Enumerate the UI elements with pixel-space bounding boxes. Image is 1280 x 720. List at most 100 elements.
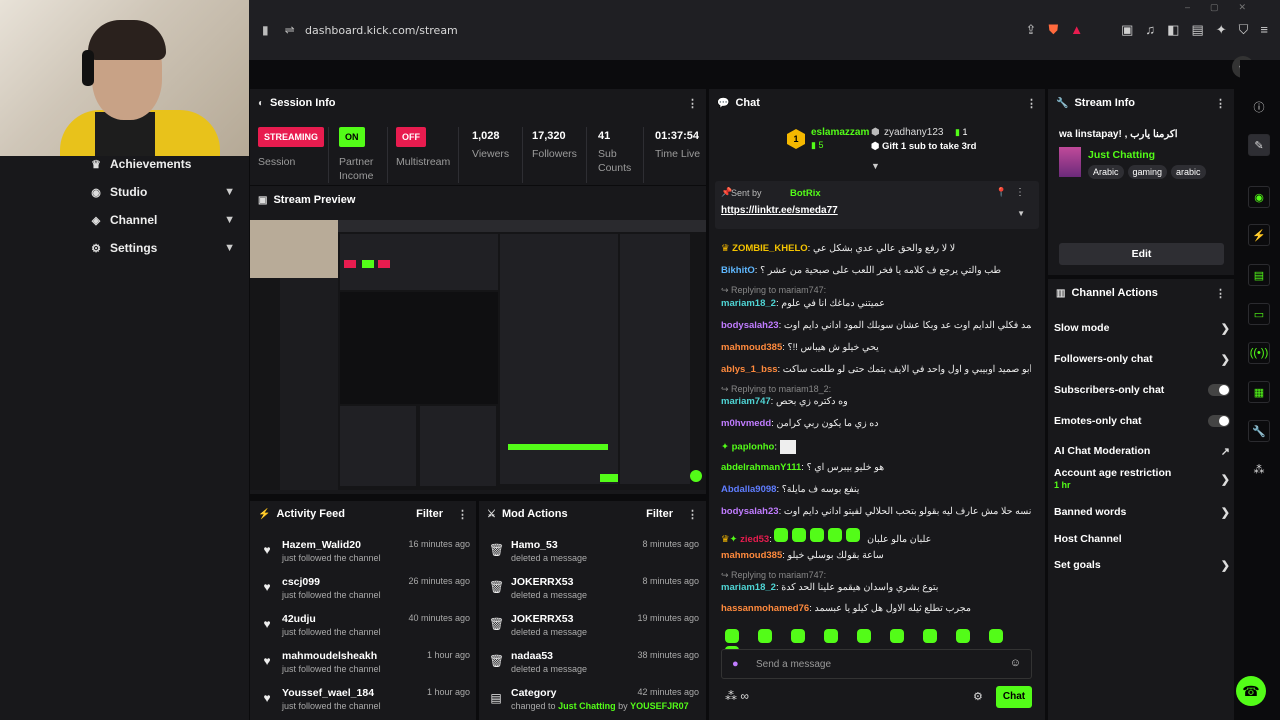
music-icon[interactable]: ♫ [1145,22,1155,38]
partner-income-stat[interactable]: ON Partner Income [339,127,389,183]
menu-icon[interactable]: ≡ [1260,22,1268,38]
tag-chip[interactable]: Arabic [1088,165,1124,179]
bookmark-icon[interactable]: ▮ [262,23,269,37]
chevron-down-icon[interactable]: ▼ [1017,209,1025,218]
crown-icon: ♛ [721,243,730,254]
broadcast-icon: ◐ [258,97,265,109]
tag-chip[interactable]: gaming [1127,165,1168,179]
pinned-message[interactable]: 📌 Sent by BotRix https://linktr.ee/smeda… [715,181,1039,229]
banned-words-row[interactable]: Banned words ❯ [1054,502,1230,522]
host-channel-row[interactable]: Host Channel [1054,529,1230,549]
share-icon[interactable]: ⇪ [1026,22,1037,38]
send-chat-button[interactable]: Chat [996,686,1032,708]
heart-icon: ♥ [263,654,271,668]
address-bar[interactable]: ▮ ⇌ dashboard.kick.com/stream ⇪ ⛊ ▲ ▣ ♫ … [250,0,1280,60]
rewards-icon[interactable]: ▲ [1070,22,1083,38]
chat-message: mariam18_2: عميتني دماغك انا في علوم [721,298,885,309]
mic-icon[interactable]: ● [732,658,739,670]
emoji-icon[interactable]: ☺ [1010,657,1021,669]
chat-icon[interactable]: ▭ [1248,303,1270,325]
chat-message: mariam747: وه دكتره زي بحص [721,396,848,407]
wallet-icon[interactable]: ▤ [1191,22,1203,38]
more-options-icon[interactable]: ⋮ [1026,97,1037,110]
info-icon[interactable]: ⓘ [1248,96,1270,118]
layout-icon[interactable]: ▦ [1248,381,1270,403]
chat-messages: ♛ ZOMBIE_KHELO: لا لا رفع والحق عالي عدي… [709,239,1045,617]
clipboard-icon[interactable]: ▤ [1248,264,1270,286]
emotes-only-toggle[interactable] [1208,415,1230,427]
ai-icon[interactable]: ✦ [1216,22,1227,38]
external-link-icon: ↗ [1220,445,1230,458]
sidebar-item-studio[interactable]: ◉ Studio ▼ [90,185,235,199]
list-item: ♥ cscj099 just followed the channel 26 m… [260,576,470,608]
more-options-icon[interactable]: ⋮ [1215,97,1226,110]
chat-input[interactable]: ● Send a message ☺ [721,649,1032,679]
bot-icon[interactable]: ⁂ ∞ [725,689,749,703]
bot-icon[interactable]: ⁂ [1248,458,1270,480]
image-emote [779,440,796,454]
quick-emote-bar[interactable] [725,629,1045,660]
record-icon[interactable]: ◉ [1248,186,1270,208]
list-item: ♥ Hazem_Walid20 just followed the channe… [260,539,470,571]
shield-icon[interactable]: ⛊ [1048,22,1058,38]
more-options-icon[interactable]: ⋮ [1215,287,1226,300]
chevron-down-icon: ▼ [224,242,235,254]
reply-label: ↪ Replying to mariam18_2: [721,384,832,394]
category-icon: ▤ [490,691,502,705]
more-options-icon[interactable]: ⋮ [687,508,698,521]
support-button[interactable]: ☎ [1236,676,1266,706]
sidebar-icon[interactable]: ◧ [1167,22,1179,38]
panel-title: Activity Feed [276,508,345,520]
chat-message: ♛ ZOMBIE_KHELO: لا لا رفع والحق عالي عدي… [721,243,956,254]
site-settings-icon[interactable]: ⇌ [285,23,295,37]
sidebar-item-channel[interactable]: ◈ Channel ▼ [90,213,235,227]
url-text[interactable]: dashboard.kick.com/stream [305,24,458,37]
tabs-icon[interactable]: ▣ [1121,22,1133,38]
account-age-row[interactable]: Account age restriction 1 hr ❯ [1054,467,1230,503]
gear-icon[interactable]: ⚙ [973,690,983,703]
chevron-right-icon: ❯ [1220,353,1230,366]
left-sidebar: ♛ Achievements ◉ Studio ▼ ◈ Channel ▼ ⚙ … [0,60,249,720]
streaming-stat: STREAMING Session [258,127,324,169]
streaming-badge: STREAMING [258,127,324,147]
list-item: 🗑 JOKERRX53 deleted a message 19 minutes… [489,613,699,637]
bolt-icon[interactable]: ⚡ [1248,224,1270,246]
chat-message: BikhitO: طب والتي يرجع ف كلامه يا فخر ال… [721,265,1002,276]
edit-icon[interactable]: ✎ [1248,134,1270,156]
chevron-down-icon: ▼ [224,186,235,198]
trash-icon: 🗑 [489,580,505,594]
gift-sub-button[interactable]: ⬢ Gift 1 sub to take 3rd [871,141,976,152]
broadcast-icon[interactable]: ((•)) [1248,342,1270,364]
tag-chip[interactable]: arabic [1171,165,1206,179]
vpn-icon[interactable]: ⛉ [1239,22,1249,38]
subscribers-only-row: Subscribers-only chat [1054,380,1230,400]
stream-info-panel: 🔧 Stream Info ⋮ wa linstapay! , اكرمنا ي… [1048,89,1234,275]
set-goals-row[interactable]: Set goals ❯ [1054,555,1230,575]
unpin-icon[interactable]: 📍 [996,187,1007,198]
scroll-down-icon[interactable]: ▼ [871,161,880,171]
slow-mode-row[interactable]: Slow mode ❯ [1054,318,1230,338]
chevron-right-icon: ❯ [1220,322,1230,335]
sidebar-item-achievements[interactable]: ♛ Achievements [90,157,235,171]
wrench-icon[interactable]: 🔧 [1248,420,1270,442]
reply-label: ↪ Replying to mariam747: [721,570,827,580]
followers-only-row[interactable]: Followers-only chat ❯ [1054,349,1230,369]
stream-preview-video[interactable] [250,220,706,490]
more-options-icon[interactable]: ⋮ [687,97,698,110]
stream-preview-panel: ▣ Stream Preview [250,186,706,494]
list-item: 🗑 nadaa53 deleted a message 38 minutes a… [489,650,699,674]
verified-icon: ✦ [721,441,729,453]
edit-button[interactable]: Edit [1059,243,1224,265]
filter-button[interactable]: Filter [416,508,443,520]
more-options-icon[interactable]: ⋮ [1015,187,1025,198]
ai-moderation-row[interactable]: AI Chat Moderation ↗ [1054,441,1230,461]
multistream-stat[interactable]: OFF Multistream [396,127,450,169]
category-link[interactable]: Just Chatting [1088,149,1155,161]
panel-title: Mod Actions [501,508,568,520]
category-thumbnail [1059,147,1081,177]
gift-leaderboard: 1 eslamazzam ▮ 5 ⬢ zyadhany123 ▮ 1 ⬢ Gif… [787,127,1007,157]
filter-button[interactable]: Filter [646,508,673,520]
sidebar-item-settings[interactable]: ⚙ Settings ▼ [90,241,235,255]
subscribers-only-toggle[interactable] [1208,384,1230,396]
more-options-icon[interactable]: ⋮ [457,508,468,521]
